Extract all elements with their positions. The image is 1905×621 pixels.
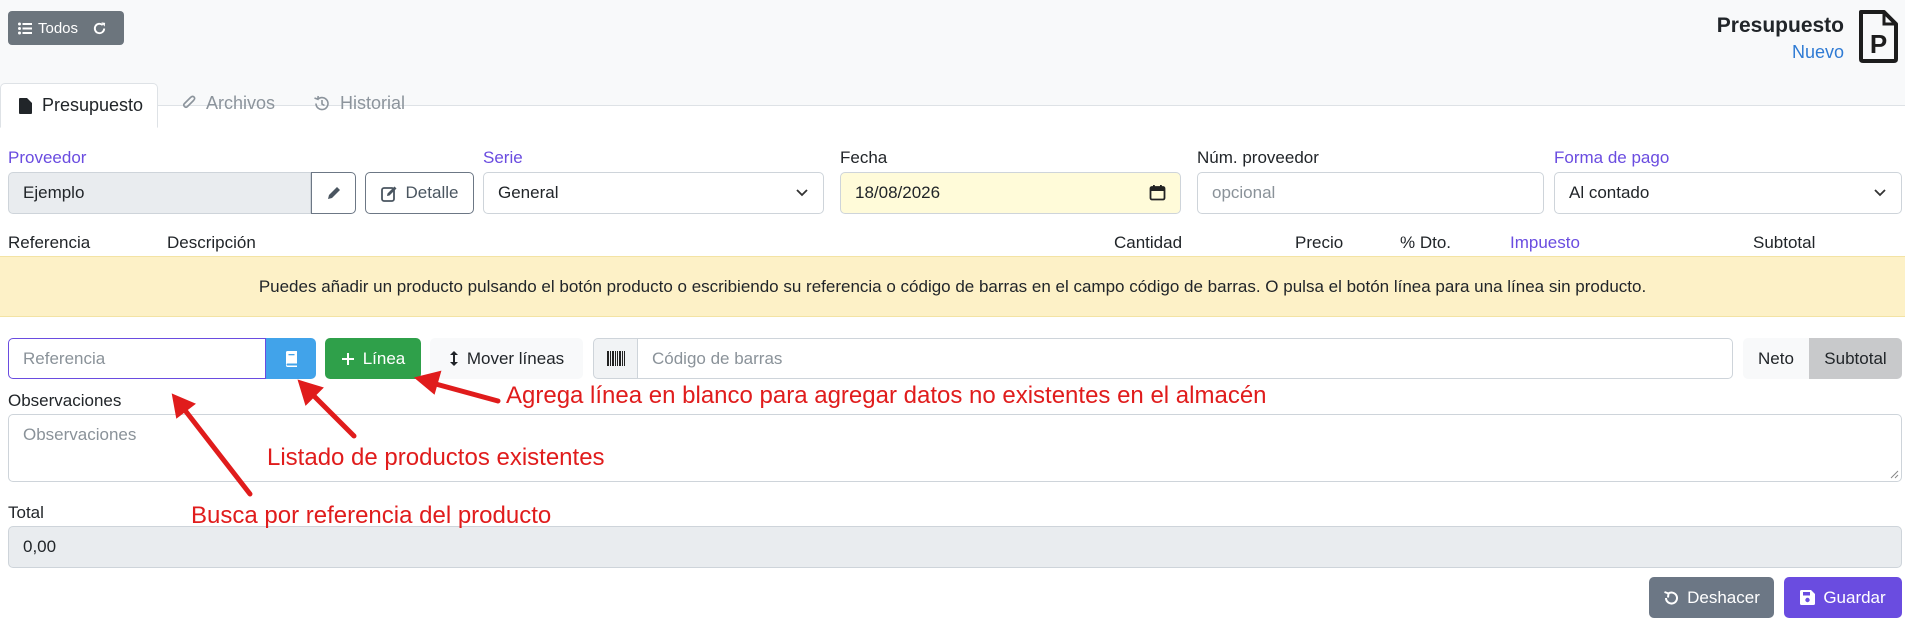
annotation-productos: Listado de productos existentes — [267, 444, 605, 471]
annotation-referencia: Busca por referencia del producto — [191, 502, 552, 529]
annotation-linea: Agrega línea en blanco para agregar dato… — [506, 382, 1267, 409]
